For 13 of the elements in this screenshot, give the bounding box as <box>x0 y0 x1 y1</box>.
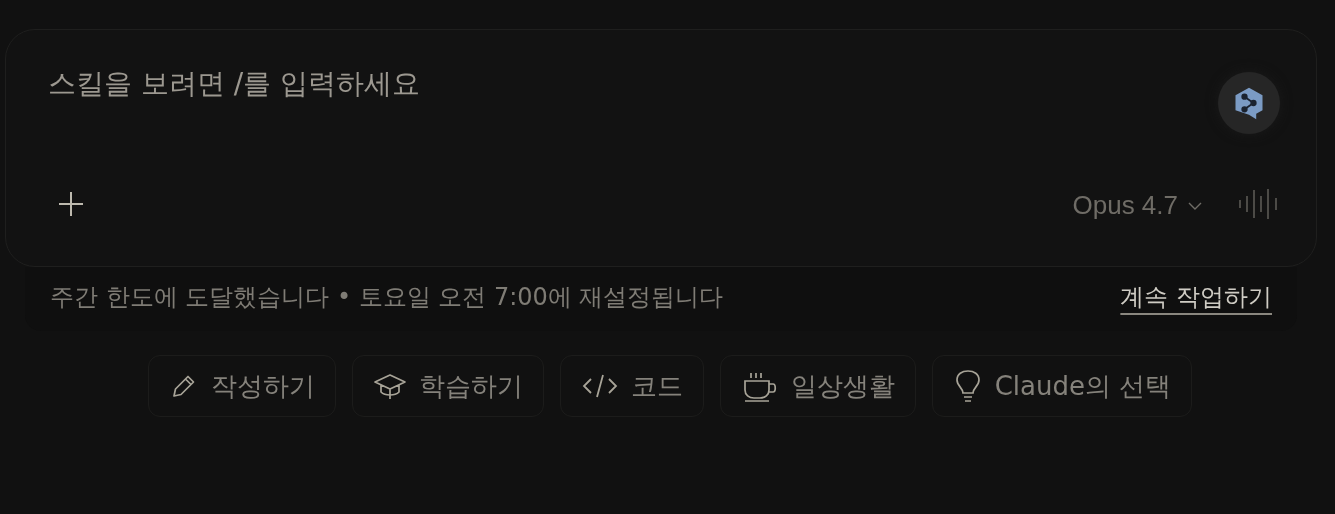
plus-icon <box>56 189 86 219</box>
chevron-down-icon <box>1188 200 1202 211</box>
suggestion-chip[interactable]: 일상생활 <box>719 355 916 417</box>
continue-link[interactable]: 계속 작업하기 <box>1120 281 1272 313</box>
graduation-cap-icon <box>372 371 407 401</box>
prompt-field[interactable]: 스킬을 보려면 /를 입력하세요 <box>46 66 750 101</box>
suggestion-chip[interactable]: Claude의 선택 <box>931 355 1193 417</box>
suggestion-chip[interactable]: 코드 <box>559 355 704 417</box>
suggestion-chip[interactable]: 작성하기 <box>147 355 336 417</box>
suggestion-chip[interactable]: 학습하기 <box>351 355 544 417</box>
limit-message: 주간 한도에 도달했습니다 • 토요일 오전 7:00에 재설정됩니다 <box>50 282 724 313</box>
waveform-icon <box>1238 188 1280 220</box>
model-selector[interactable]: Opus 4.7 <box>1072 190 1202 221</box>
